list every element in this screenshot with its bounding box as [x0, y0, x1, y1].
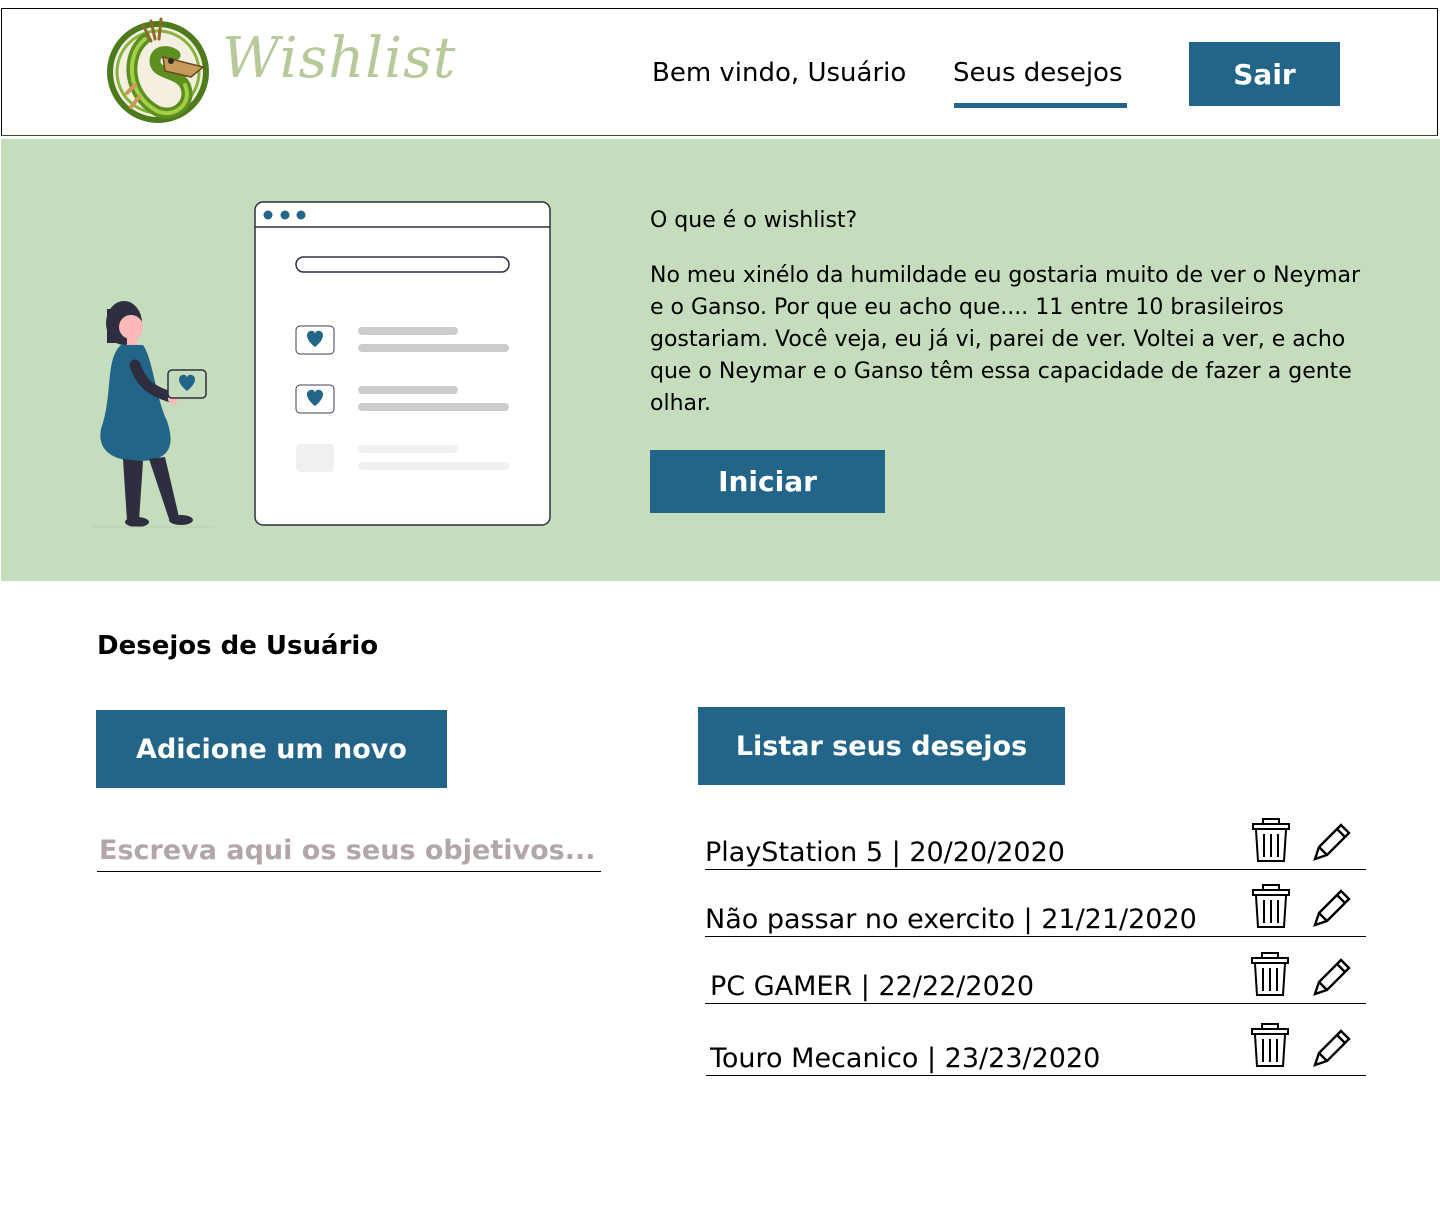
- logo-text: Wishlist: [222, 26, 457, 91]
- wish-label: Não passar no exercito | 21/21/2020: [705, 904, 1197, 935]
- trash-icon[interactable]: [1248, 1022, 1292, 1070]
- nav-link-wishes[interactable]: Seus desejos: [953, 60, 1123, 86]
- heart-icon: [295, 325, 335, 355]
- logout-button[interactable]: Sair: [1189, 42, 1340, 106]
- wishlist-illustration: [91, 199, 561, 529]
- welcome-text: Bem vindo, Usuário: [652, 58, 907, 88]
- hero-question: O que é o wishlist?: [650, 208, 858, 233]
- pencil-icon[interactable]: [1309, 883, 1353, 931]
- list-item: PlayStation 5 | 20/20/2020: [705, 810, 1366, 870]
- heart-icon: [295, 384, 335, 414]
- list-item: PC GAMER | 22/22/2020: [705, 944, 1366, 1004]
- pencil-icon[interactable]: [1309, 1023, 1353, 1071]
- header-bar: Wishlist Bem vindo, Usuário Seus desejos…: [1, 8, 1438, 136]
- list-item: Não passar no exercito | 21/21/2020: [705, 877, 1366, 937]
- nav-active-underline: [954, 103, 1127, 108]
- pencil-icon[interactable]: [1309, 952, 1353, 1000]
- dragon-logo-icon: [105, 15, 211, 125]
- hero-description: No meu xinélo da humildade eu gostaria m…: [650, 263, 1361, 416]
- wish-label: PlayStation 5 | 20/20/2020: [705, 837, 1065, 868]
- section-title: Desejos de Usuário: [97, 631, 379, 661]
- trash-icon[interactable]: [1249, 883, 1293, 931]
- trash-icon[interactable]: [1248, 951, 1292, 999]
- goal-input[interactable]: [97, 830, 601, 872]
- wish-label: Touro Mecanico | 23/23/2020: [710, 1043, 1101, 1074]
- start-button[interactable]: Iniciar: [650, 450, 885, 513]
- hero-section: O que é o wishlist? No meu xinélo da hum…: [1, 139, 1440, 581]
- add-wish-button[interactable]: Adicione um novo: [96, 710, 447, 788]
- trash-icon[interactable]: [1249, 817, 1293, 865]
- list-wishes-button[interactable]: Listar seus desejos: [698, 707, 1065, 785]
- pencil-icon[interactable]: [1309, 817, 1353, 865]
- list-item: Touro Mecanico | 23/23/2020: [706, 1016, 1366, 1076]
- wish-label: PC GAMER | 22/22/2020: [710, 971, 1035, 1002]
